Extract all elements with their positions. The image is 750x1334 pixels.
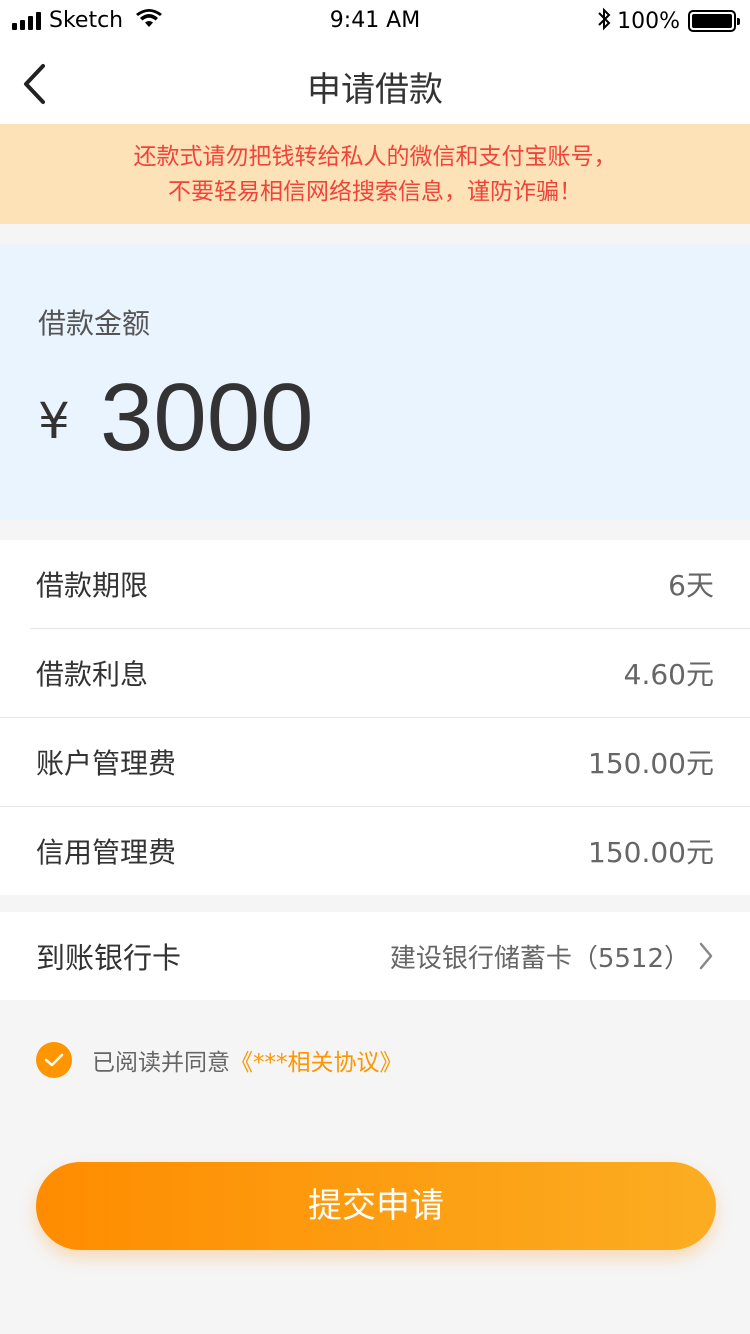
detail-row-account-fee: 账户管理费 150.00元 [0, 718, 750, 806]
detail-row-term: 借款期限 6天 [0, 540, 750, 628]
status-bar: Sketch 9:41 AM 100% [0, 0, 750, 44]
loan-details-list: 借款期限 6天 借款利息 4.60元 账户管理费 150.00元 信用管理费 1… [0, 540, 750, 895]
warning-line-2: 不要轻易相信网络搜索信息，谨防诈骗！ [168, 179, 582, 205]
bank-card-label: 到账银行卡 [36, 941, 182, 975]
detail-value: 4.60元 [623, 658, 714, 691]
agreement-row: 已阅读并同意 《***相关协议》 [36, 1042, 403, 1078]
detail-value: 150.00元 [588, 747, 714, 780]
agreement-link[interactable]: 《***相关协议》 [230, 1043, 403, 1077]
nav-bar: 申请借款 [0, 44, 750, 124]
bank-card-selector[interactable]: 建设银行储蓄卡（5512） [390, 938, 714, 975]
currency-symbol: ¥ [38, 392, 70, 450]
bluetooth-icon [597, 7, 611, 35]
detail-row-interest: 借款利息 4.60元 [0, 629, 750, 717]
status-right: 100% [597, 7, 740, 35]
detail-value: 6天 [668, 569, 714, 602]
detail-label: 借款期限 [36, 569, 149, 602]
detail-label: 借款利息 [36, 658, 149, 691]
warning-line-1: 还款式请勿把钱转给私人的微信和支付宝账号， [133, 144, 617, 170]
submit-button[interactable]: 提交申请 [36, 1162, 716, 1250]
amount-label: 借款金额 [38, 307, 151, 340]
detail-value: 150.00元 [588, 836, 714, 869]
agreement-checkbox[interactable] [36, 1042, 72, 1078]
battery-percent: 100% [617, 8, 680, 34]
fraud-warning-banner: 还款式请勿把钱转给私人的微信和支付宝账号， 不要轻易相信网络搜索信息，谨防诈骗！ [0, 124, 750, 224]
bank-card-value: 建设银行储蓄卡（5512） [389, 943, 690, 974]
detail-row-credit-fee: 信用管理费 150.00元 [0, 807, 750, 895]
battery-icon [688, 10, 740, 32]
amount-value[interactable]: 3000 [100, 370, 314, 466]
chevron-right-icon [698, 941, 714, 971]
loan-amount-card: 借款金额 ¥ 3000 [0, 244, 750, 520]
bank-card-row[interactable]: 到账银行卡 建设银行储蓄卡（5512） [0, 912, 750, 1000]
detail-label: 信用管理费 [36, 836, 177, 869]
detail-label: 账户管理费 [36, 747, 177, 780]
agreement-text: 已阅读并同意 [92, 1050, 230, 1076]
checkmark-icon [44, 1053, 64, 1067]
page-title: 申请借款 [307, 70, 443, 110]
